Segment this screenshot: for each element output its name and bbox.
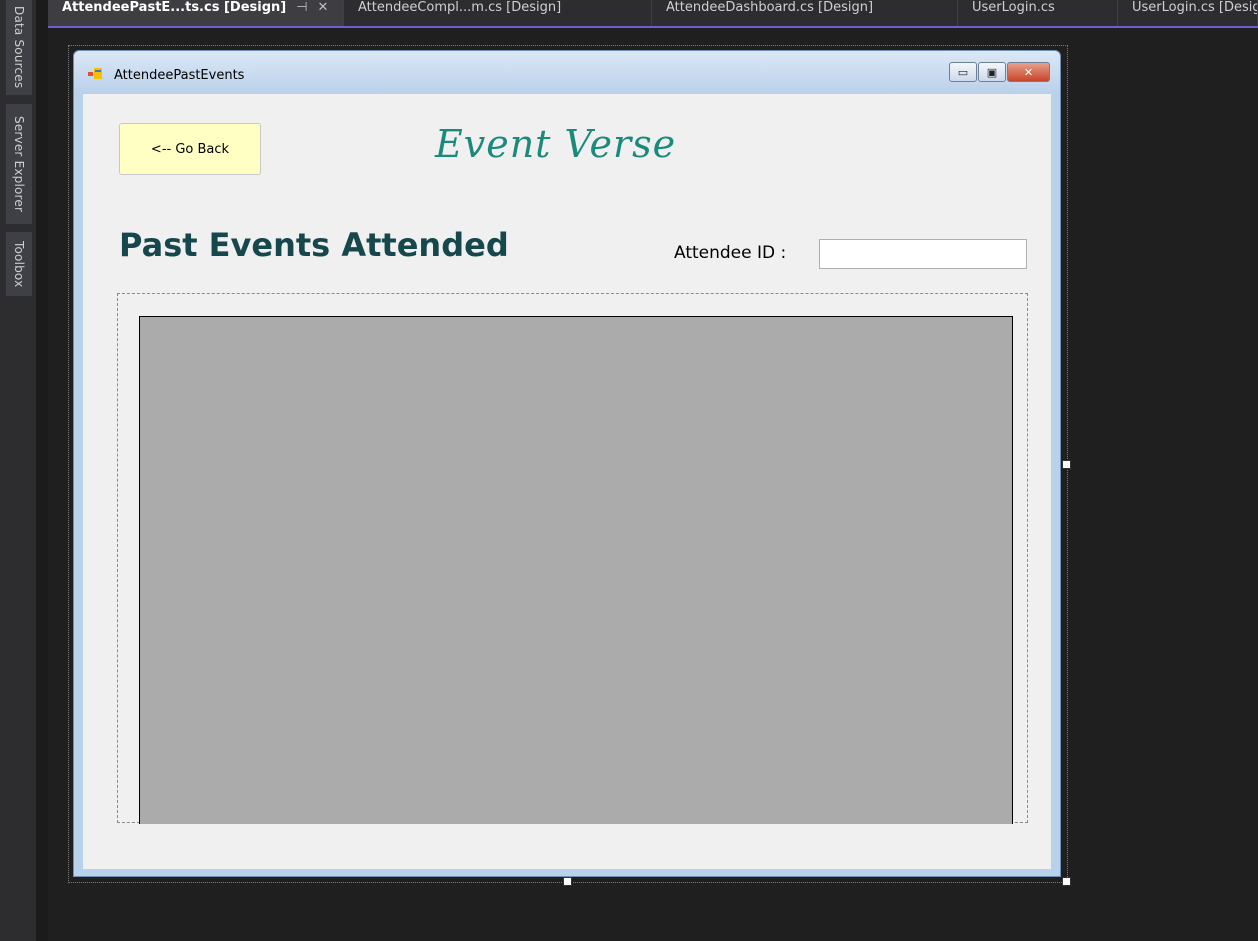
side-tab-server-explorer[interactable]: Server Explorer [6,104,32,224]
tab-label: UserLogin.cs [972,0,1055,15]
tab-label: AttendeeDashboard.cs [Design] [666,0,874,15]
tab-user-login-cs[interactable]: UserLogin.cs [958,0,1118,26]
window-controls: ▭ ▣ ✕ [948,62,1050,82]
close-icon[interactable]: ✕ [318,0,329,15]
side-tab-toolbox[interactable]: Toolbox [6,232,32,296]
form-client-area: <-- Go Back Event Verse Past Events Atte… [83,94,1051,869]
maximize-button[interactable]: ▣ [978,62,1006,82]
side-tab-label: Server Explorer [12,115,26,213]
app-icon [88,68,102,79]
past-events-grid[interactable] [139,316,1013,824]
form-titlebar: AttendeePastEvents ▭ ▣ ✕ [74,51,1060,94]
tab-attendee-complaint-design[interactable]: AttendeeCompl...m.cs [Design] [344,0,652,26]
tab-user-login-design[interactable]: UserLogin.cs [Design] [1118,0,1258,26]
side-tab-label: Toolbox [12,240,26,288]
go-back-button[interactable]: <-- Go Back [119,123,261,175]
side-tab-label: Data Sources [12,6,26,89]
strip-divider [36,0,48,941]
side-tab-data-sources[interactable]: Data Sources [6,0,32,95]
close-icon: ✕ [1023,65,1034,79]
minimize-icon: ▭ [957,65,969,79]
tab-label: AttendeePastE...ts.cs [Design] [62,0,287,15]
form-window: AttendeePastEvents ▭ ▣ ✕ <-- Go Back Eve… [73,50,1061,877]
brand-title: Event Verse [435,122,677,166]
resize-handle-right[interactable] [1062,460,1071,469]
pin-icon[interactable]: ⊣ [296,0,307,15]
tab-label: UserLogin.cs [Design] [1132,0,1257,15]
maximize-icon: ▣ [986,65,998,79]
document-tab-strip: AttendeePastE...ts.cs [Design] ⊣ ✕ Atten… [48,0,1258,28]
tab-attendee-dashboard-design[interactable]: AttendeeDashboard.cs [Design] [652,0,958,26]
minimize-button[interactable]: ▭ [949,62,977,82]
tool-window-strip: Data Sources Server Explorer Toolbox [0,0,36,941]
tab-attendee-past-events-design[interactable]: AttendeePastE...ts.cs [Design] ⊣ ✕ [48,0,344,26]
results-panel [117,293,1028,824]
form-title: AttendeePastEvents [114,68,245,83]
page-title: Past Events Attended [119,226,509,264]
resize-handle-bottom[interactable] [563,877,572,886]
tab-label: AttendeeCompl...m.cs [Design] [358,0,562,15]
attendee-id-input[interactable] [819,239,1027,269]
resize-handle-corner[interactable] [1062,877,1071,886]
close-button[interactable]: ✕ [1007,62,1050,82]
attendee-id-label: Attendee ID : [674,243,787,263]
